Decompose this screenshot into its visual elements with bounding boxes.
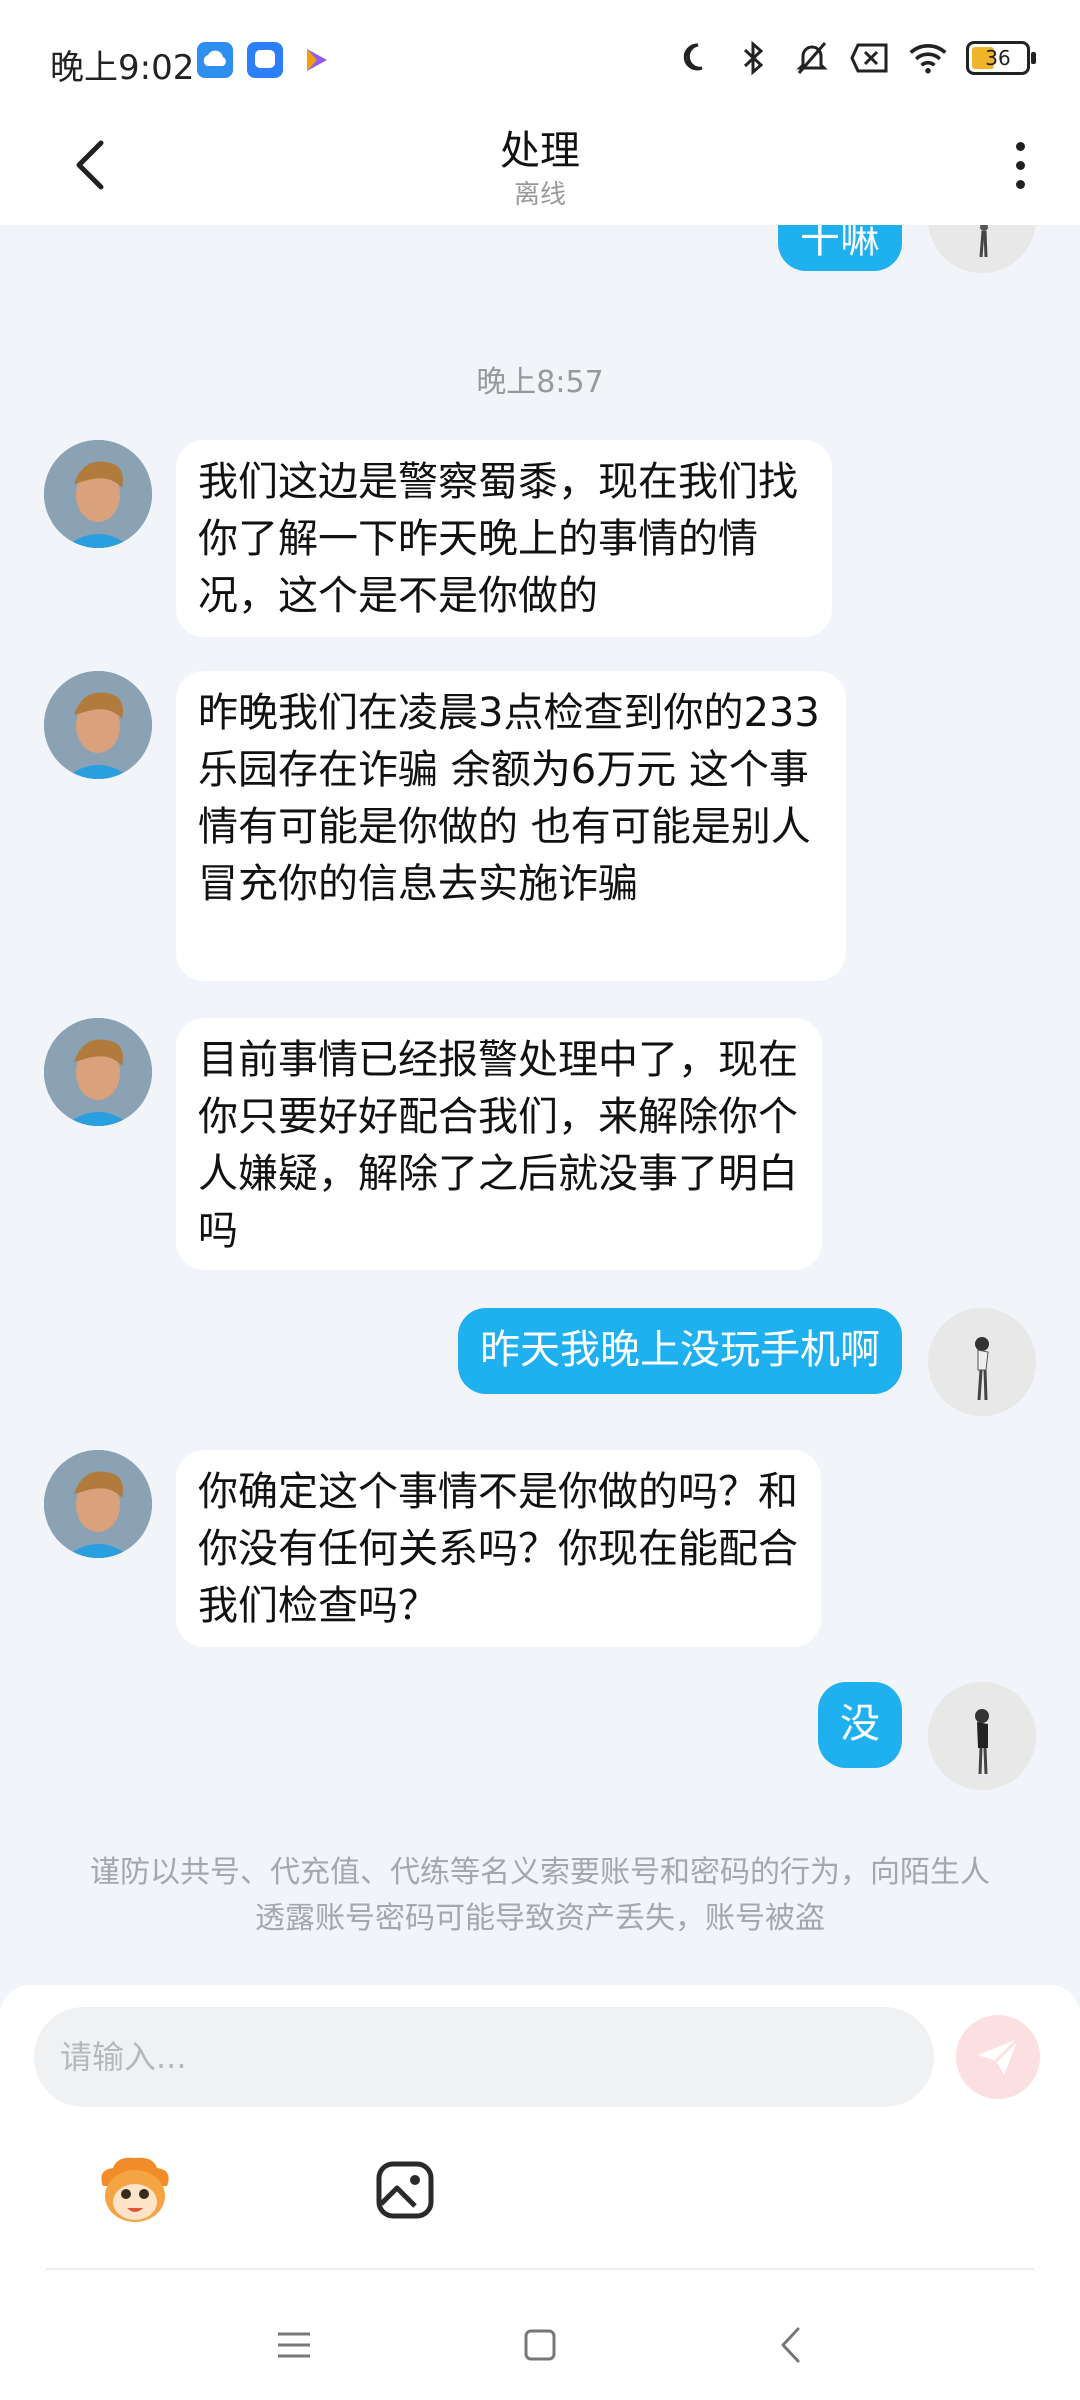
message-bubble-out[interactable]: 没 — [818, 1682, 902, 1768]
contact-avatar[interactable] — [44, 440, 152, 548]
menu-icon — [278, 2332, 310, 2358]
message-bubble-in[interactable]: 目前事情已经报警处理中了，现在你只要好好配合我们，来解除你个人嫌疑，解除了之后就… — [176, 1018, 822, 1270]
emoji-mascot-icon — [101, 2157, 169, 2222]
back-icon — [781, 2327, 800, 2363]
contact-avatar[interactable] — [44, 1450, 152, 1558]
battery-level: 36 — [985, 46, 1011, 70]
my-avatar[interactable] — [928, 1308, 1036, 1416]
message-bubble-in[interactable]: 昨晚我们在凌晨3点检查到你的233乐园存在诈骗 余额为6万元 这个事情有可能是你… — [176, 671, 846, 981]
message-input[interactable]: 请输入... — [34, 2007, 934, 2107]
my-avatar[interactable] — [928, 1682, 1036, 1790]
divider — [46, 2268, 1034, 2270]
message-timestamp: 晚上8:57 — [476, 365, 604, 400]
system-nav-bar — [0, 2285, 1080, 2400]
security-notice: 谨防以共号、代充值、代练等名义索要账号和密码的行为，向陌生人透露账号密码可能导致… — [90, 1855, 990, 1936]
chat-title: 处理 — [500, 128, 580, 174]
more-vertical-icon — [1015, 141, 1025, 151]
contact-avatar[interactable] — [44, 671, 152, 779]
moon-icon — [676, 38, 716, 78]
menu-button[interactable] — [264, 2315, 324, 2375]
chat-area[interactable]: 干嘛 晚上8:57 我们这边是警察蜀黍，现在我们找你了解一下昨天晚上的事情的情况… — [0, 225, 1080, 1985]
battery-icon: 36 — [966, 41, 1036, 75]
message-bubble-out[interactable]: 干嘛 — [778, 225, 902, 271]
home-icon — [524, 2329, 556, 2361]
send-button[interactable] — [956, 2015, 1040, 2099]
message-bubble-in[interactable]: 你确定这个事情不是你做的吗？和你没有任何关系吗？你现在能配合我们检查吗？ — [176, 1450, 821, 1647]
no-sim-icon — [850, 38, 890, 78]
image-icon — [376, 2161, 434, 2219]
send-icon — [978, 2037, 1020, 2075]
nav-back-button[interactable] — [760, 2315, 820, 2375]
chat-app-icon — [247, 42, 283, 78]
bluetooth-icon — [734, 38, 774, 78]
contact-avatar[interactable] — [44, 1018, 152, 1126]
status-time: 晚上9:02 — [50, 48, 195, 88]
more-button[interactable] — [1000, 130, 1040, 200]
home-button[interactable] — [510, 2315, 570, 2375]
mute-icon — [792, 38, 832, 78]
play-app-icon — [297, 42, 333, 78]
my-avatar[interactable] — [928, 225, 1036, 273]
chat-header: 处理 离线 — [0, 110, 1080, 225]
status-bar: 晚上9:02 36 — [0, 0, 1080, 120]
status-icons: 36 — [676, 38, 1036, 78]
wifi-icon — [908, 38, 948, 78]
message-bubble-out[interactable]: 昨天我晚上没玩手机啊 — [458, 1308, 902, 1394]
message-bubble-in[interactable]: 我们这边是警察蜀黍，现在我们找你了解一下昨天晚上的事情的情况，这个是不是你做的 — [176, 440, 832, 637]
cloud-app-icon — [197, 42, 233, 78]
chat-status: 离线 — [513, 180, 566, 210]
emoji-button[interactable] — [95, 2150, 175, 2230]
image-button[interactable] — [365, 2150, 445, 2230]
